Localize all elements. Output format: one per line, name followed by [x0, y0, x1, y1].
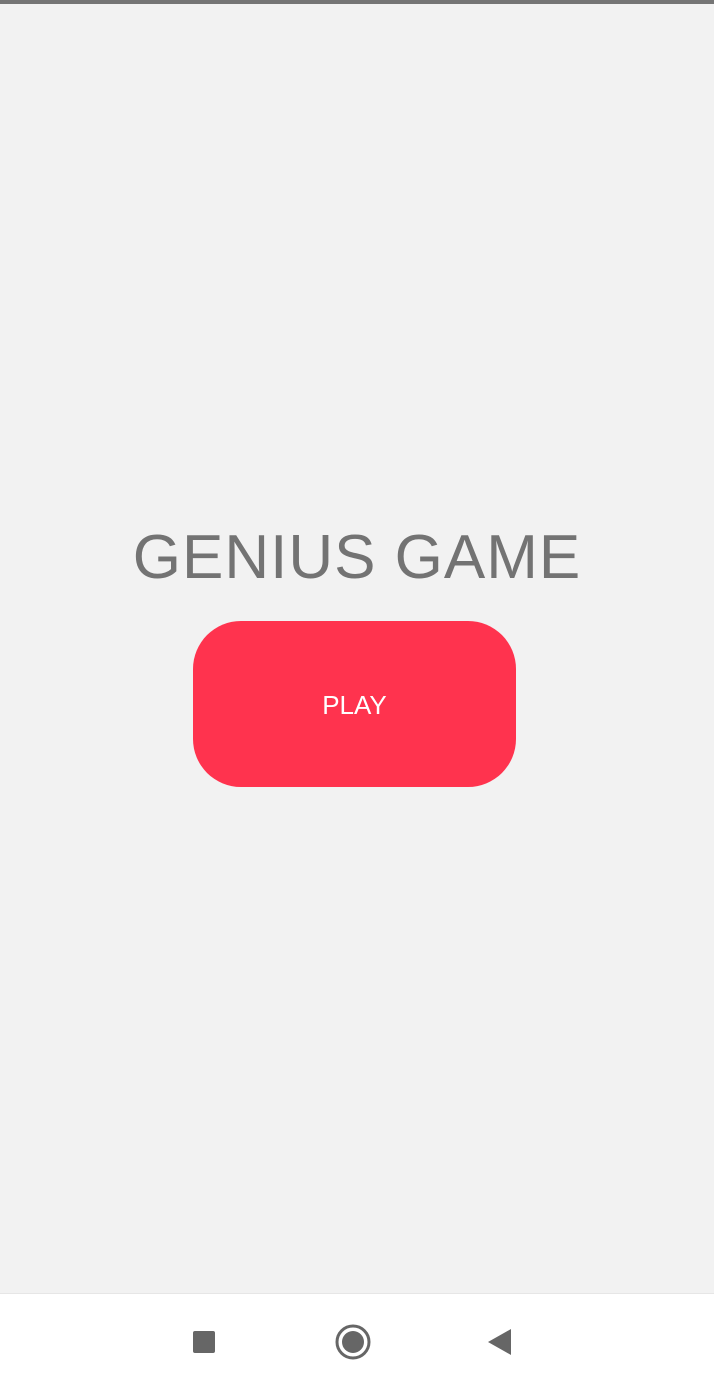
circle-home-icon: [335, 1324, 371, 1360]
app-screen: GENIUS GAME PLAY: [0, 0, 714, 1389]
recents-button[interactable]: [176, 1314, 232, 1370]
back-button[interactable]: [472, 1314, 528, 1370]
home-button[interactable]: [325, 1314, 381, 1370]
square-recents-icon: [193, 1331, 215, 1353]
main-content: GENIUS GAME PLAY: [0, 4, 714, 1293]
play-button[interactable]: PLAY: [193, 621, 516, 787]
triangle-back-icon: [488, 1329, 511, 1355]
game-title: GENIUS GAME: [132, 523, 582, 592]
navigation-bar: [0, 1293, 714, 1389]
